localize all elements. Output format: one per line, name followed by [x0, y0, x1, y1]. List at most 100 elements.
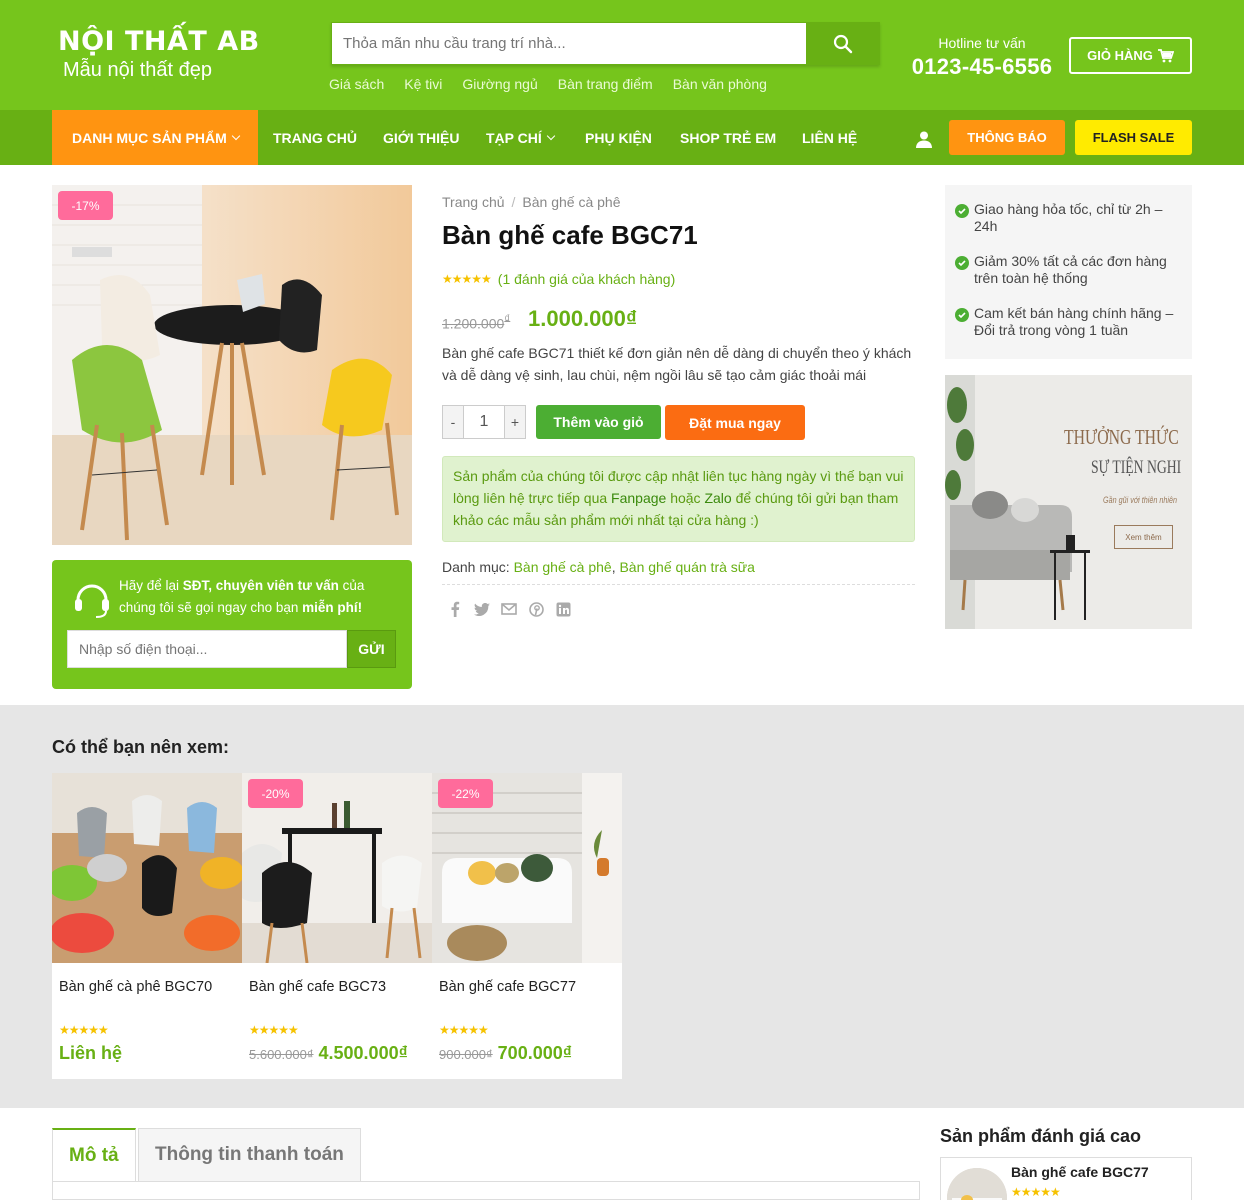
- old-price-value: 1.200.000: [442, 315, 505, 332]
- product-card[interactable]: -22% Bàn ghế cafe BGC77 ★★★★★ 900.000₫ 70…: [432, 773, 622, 1079]
- category-link[interactable]: Bàn ghế cà phê: [514, 559, 612, 575]
- perk-item: Giao hàng hỏa tốc, chỉ từ 2h – 24h: [955, 201, 1180, 235]
- star-rating-icon: ★★★★★: [442, 272, 492, 286]
- nav-label: SHOP TRẺ EM: [680, 129, 777, 146]
- quantity-stepper: - 1 +: [442, 405, 526, 439]
- share-icons: [447, 601, 571, 617]
- category-menu-button[interactable]: DANH MỤC SẢN PHẨM: [52, 110, 258, 165]
- hotline-number[interactable]: 0123-45-6556: [909, 54, 1055, 80]
- search-button[interactable]: [806, 23, 879, 64]
- fanpage-link[interactable]: Fanpage: [611, 490, 666, 506]
- product-card[interactable]: Bàn ghế cà phê BGC70 ★★★★★ Liên hệ: [52, 773, 242, 1079]
- chevron-down-icon: [546, 131, 555, 140]
- currency-symbol: ₫: [504, 313, 511, 326]
- nav-item-accessories[interactable]: PHỤ KIỆN: [585, 110, 652, 165]
- user-icon[interactable]: [915, 130, 933, 148]
- qty-plus-button[interactable]: +: [505, 406, 525, 438]
- consult-text-bold: SĐT, chuyên viên tư vấn: [182, 578, 339, 593]
- nav-item-magazine[interactable]: TẠP CHÍ: [486, 110, 555, 165]
- perks-box: Giao hàng hỏa tốc, chỉ từ 2h – 24h Giảm …: [945, 185, 1192, 359]
- consult-text-bold: miễn phí!: [302, 600, 363, 615]
- related-heading: Có thể bạn nên xem:: [52, 737, 230, 757]
- send-phone-button[interactable]: GỬI: [347, 630, 396, 668]
- search-box: [331, 22, 880, 65]
- sale-badge: -20%: [248, 779, 303, 808]
- perk-text: Giao hàng hỏa tốc, chỉ từ 2h – 24h: [974, 201, 1163, 234]
- product-card-name[interactable]: Bàn ghế cafe BGC77: [439, 979, 576, 995]
- category-link[interactable]: Bàn ghế quán trà sữa: [619, 559, 754, 575]
- product-card-image[interactable]: [52, 773, 242, 963]
- related-products: Có thể bạn nên xem: Bàn ghế cà phê BGC70…: [0, 705, 1244, 1108]
- tab-content: [52, 1181, 920, 1200]
- breadcrumb-category[interactable]: Bàn ghế cà phê: [522, 194, 620, 210]
- consult-text: Hãy để lại SĐT, chuyên viên tư vấn của c…: [119, 575, 399, 619]
- perk-text: Cam kết bán hàng chính hãng – Đổi trả tr…: [974, 305, 1174, 338]
- nav-item-about[interactable]: GIỚI THIỆU: [383, 110, 460, 165]
- quick-link[interactable]: Giá sách: [329, 76, 384, 92]
- top-rated-heading: Sản phẩm đánh giá cao: [940, 1126, 1142, 1146]
- product-rating: ★★★★★ (1 đánh giá của khách hàng): [442, 271, 675, 287]
- product-card-name[interactable]: Bàn ghế cafe BGC73: [249, 979, 386, 995]
- tab-payment-info[interactable]: Thông tin thanh toán: [138, 1128, 361, 1181]
- star-rating-icon: ★★★★★: [439, 1023, 489, 1037]
- twitter-icon[interactable]: [474, 601, 490, 617]
- qty-minus-button[interactable]: -: [443, 406, 463, 438]
- quick-link[interactable]: Giường ngủ: [462, 76, 537, 92]
- top-rated-thumbnail[interactable]: [947, 1168, 1007, 1200]
- top-rated-item[interactable]: Bàn ghế cafe BGC77 ★★★★★: [940, 1157, 1192, 1200]
- site-logo[interactable]: NỘI THẤT AB Mẫu nội thất đẹp: [58, 26, 260, 82]
- product-card-new-price: 700.000₫: [497, 1043, 572, 1063]
- review-count-link[interactable]: (1 đánh giá của khách hàng): [498, 271, 675, 287]
- promo-banner[interactable]: THƯỞNG THỨC SỰ TIỆN NGHI Gần gũi với thi…: [945, 375, 1192, 629]
- banner-button[interactable]: Xem thêm: [1114, 525, 1173, 549]
- product-card-old-price: 900.000₫: [439, 1047, 493, 1062]
- breadcrumb: Trang chủ / Bàn ghế cà phê: [442, 194, 621, 210]
- product-card-name[interactable]: Bàn ghế cà phê BGC70: [59, 979, 212, 995]
- notice-text: hoặc: [666, 490, 705, 506]
- nav-label: LIÊN HỆ: [802, 129, 858, 146]
- breadcrumb-home[interactable]: Trang chủ: [442, 194, 505, 210]
- zalo-link[interactable]: Zalo: [704, 490, 731, 506]
- quick-link[interactable]: Bàn trang điểm: [558, 76, 653, 92]
- nav-item-kids-shop[interactable]: SHOP TRẺ EM: [680, 110, 776, 165]
- nav-label: TẠP CHÍ: [486, 129, 542, 146]
- product-main-image[interactable]: -17%: [52, 185, 412, 545]
- linkedin-icon[interactable]: [555, 601, 571, 617]
- flash-sale-button[interactable]: FLASH SALE: [1075, 120, 1192, 155]
- buy-now-button[interactable]: Đặt mua ngay: [665, 405, 805, 440]
- sale-badge: -17%: [58, 191, 113, 220]
- banner-line3: Gần gũi với thiên nhiên: [1103, 495, 1178, 505]
- cart-label: GIỎ HÀNG: [1087, 48, 1153, 63]
- nav-item-contact[interactable]: LIÊN HỆ: [802, 110, 857, 165]
- email-icon[interactable]: [501, 601, 517, 617]
- product-card[interactable]: -20% Bàn ghế cafe BGC73 ★★★★★ 5.600.000₫…: [242, 773, 432, 1079]
- qty-input[interactable]: 1: [463, 406, 505, 438]
- sale-badge: -22%: [438, 779, 493, 808]
- add-to-cart-button[interactable]: Thêm vào giỏ: [536, 405, 661, 439]
- top-rated-name[interactable]: Bàn ghế cafe BGC77: [1011, 1164, 1149, 1180]
- cart-button[interactable]: GIỎ HÀNG: [1069, 37, 1192, 74]
- old-price: 1.200.000₫: [442, 313, 510, 332]
- quick-link[interactable]: Bàn văn phòng: [673, 76, 767, 92]
- tab-description[interactable]: Mô tả: [52, 1128, 136, 1181]
- banner-line1: THƯỞNG THỨC: [1064, 425, 1179, 449]
- nav-item-home[interactable]: TRANG CHỦ: [273, 110, 357, 165]
- phone-input[interactable]: [67, 630, 347, 668]
- quick-link[interactable]: Kệ tivi: [404, 76, 442, 92]
- check-icon: [955, 308, 969, 322]
- facebook-icon[interactable]: [447, 601, 463, 617]
- perk-item: Giảm 30% tất cả các đơn hàng trên toàn h…: [955, 253, 1180, 287]
- top-header: NỘI THẤT AB Mẫu nội thất đẹp Giá sách Kệ…: [0, 0, 1244, 110]
- search-input[interactable]: [332, 23, 807, 64]
- product-title: Bàn ghế cafe BGC71: [442, 220, 698, 250]
- notification-button[interactable]: THÔNG BÁO: [949, 120, 1065, 155]
- new-price: 1.000.000₫: [528, 306, 637, 332]
- product-card-price: 900.000₫ 700.000₫: [439, 1043, 572, 1064]
- cart-icon: [1157, 48, 1174, 62]
- category-menu-label: DANH MỤC SẢN PHẨM: [72, 129, 227, 146]
- pinterest-icon[interactable]: [528, 601, 544, 617]
- product-categories: Danh mục: Bàn ghế cà phê, Bàn ghế quán t…: [442, 559, 915, 585]
- nav-label: GIỚI THIỆU: [383, 129, 460, 146]
- headset-icon: [75, 584, 109, 618]
- chairs-photo: [52, 773, 242, 963]
